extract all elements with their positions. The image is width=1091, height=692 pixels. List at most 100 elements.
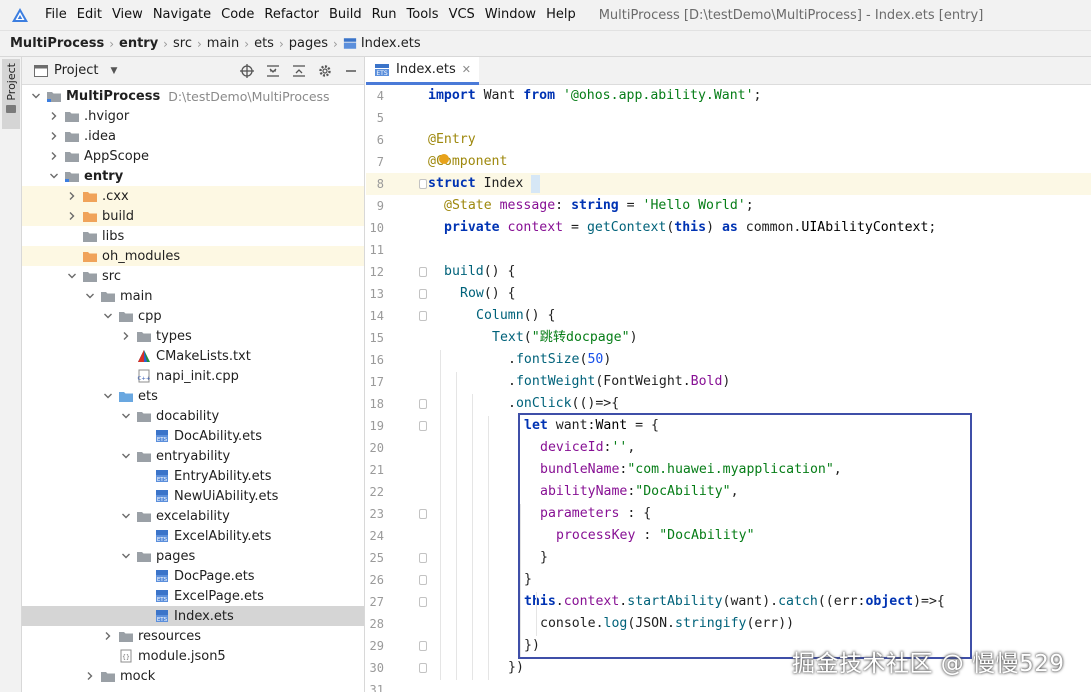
tree-item[interactable]: src	[22, 266, 364, 286]
tree-item[interactable]: .cxx	[22, 186, 364, 206]
fold-marker-icon[interactable]	[419, 575, 427, 585]
breadcrumb-item[interactable]: main	[207, 36, 239, 51]
code-line[interactable]: 23 parameters : {	[366, 503, 1091, 525]
chevron-down-icon[interactable]	[120, 410, 132, 422]
tree-item[interactable]: types	[22, 326, 364, 346]
chevron-right-icon[interactable]	[66, 210, 78, 222]
fold-marker-icon[interactable]	[419, 641, 427, 651]
chevron-down-icon[interactable]	[30, 90, 42, 102]
chevron-down-icon[interactable]	[120, 550, 132, 562]
code-line[interactable]: 11	[366, 239, 1091, 261]
tree-item[interactable]: AppScope	[22, 146, 364, 166]
fold-marker-icon[interactable]	[419, 663, 427, 673]
chevron-right-icon[interactable]	[48, 110, 60, 122]
tree-item[interactable]: MultiProcess D:\testDemo\MultiProcess	[22, 86, 364, 106]
tree-item[interactable]: .idea	[22, 126, 364, 146]
breadcrumb-item[interactable]: MultiProcess	[10, 36, 104, 51]
fold-marker-icon[interactable]	[419, 553, 427, 563]
code-line[interactable]: 10 private context = getContext(this) as …	[366, 217, 1091, 239]
chevron-down-icon[interactable]	[84, 290, 96, 302]
tree-item[interactable]: libs	[22, 226, 364, 246]
code-line[interactable]: 24 processKey : "DocAbility"	[366, 525, 1091, 547]
chevron-right-icon[interactable]	[84, 670, 96, 682]
collapse-all-icon[interactable]	[292, 64, 306, 78]
tree-item[interactable]: {} module.json5	[22, 646, 364, 666]
tree-item[interactable]: pages	[22, 546, 364, 566]
menu-view[interactable]: View	[107, 0, 148, 30]
tree-item[interactable]: oh_modules	[22, 246, 364, 266]
menu-build[interactable]: Build	[324, 0, 367, 30]
code-line[interactable]: 17 .fontWeight(FontWeight.Bold)	[366, 371, 1091, 393]
fold-marker-icon[interactable]	[419, 509, 427, 519]
tree-item[interactable]: cpp	[22, 306, 364, 326]
code-line[interactable]: 19 let want:Want = {	[366, 415, 1091, 437]
chevron-down-icon[interactable]: ▼	[110, 66, 117, 76]
tree-item[interactable]: ETS NewUiAbility.ets	[22, 486, 364, 506]
chevron-right-icon[interactable]	[48, 130, 60, 142]
breadcrumb-item[interactable]: ets	[254, 36, 274, 51]
menu-file[interactable]: File	[40, 0, 72, 30]
tree-item[interactable]: mock	[22, 666, 364, 686]
chevron-down-icon[interactable]	[120, 510, 132, 522]
tree-item[interactable]: .hvigor	[22, 106, 364, 126]
tree-item[interactable]: entryability	[22, 446, 364, 466]
code-line[interactable]: 16 .fontSize(50)	[366, 349, 1091, 371]
code-line[interactable]: 28 console.log(JSON.stringify(err))	[366, 613, 1091, 635]
tree-item[interactable]: CMakeLists.txt	[22, 346, 364, 366]
fold-marker-icon[interactable]	[419, 311, 427, 321]
code-line[interactable]: 15 Text("跳转docpage")	[366, 327, 1091, 349]
code-line[interactable]: 7 @Component	[366, 151, 1091, 173]
chevron-right-icon[interactable]	[120, 330, 132, 342]
gear-icon[interactable]	[318, 64, 332, 78]
tree-item[interactable]: C++ napi_init.cpp	[22, 366, 364, 386]
menu-navigate[interactable]: Navigate	[148, 0, 216, 30]
close-icon[interactable]: ✕	[462, 63, 471, 76]
code-line[interactable]: 26}	[366, 569, 1091, 591]
code-line[interactable]: 12 build() {	[366, 261, 1091, 283]
code-line[interactable]: 22 abilityName:"DocAbility",	[366, 481, 1091, 503]
code-line[interactable]: 31	[366, 679, 1091, 692]
fold-marker-icon[interactable]	[419, 597, 427, 607]
project-view-selector[interactable]: Project	[54, 63, 98, 78]
chevron-right-icon[interactable]	[66, 190, 78, 202]
tree-item[interactable]: build	[22, 206, 364, 226]
fold-marker-icon[interactable]	[419, 179, 427, 189]
tree-item[interactable]: excelability	[22, 506, 364, 526]
minimize-icon[interactable]	[344, 64, 358, 78]
breadcrumb-item[interactable]: src	[173, 36, 192, 51]
tree-item[interactable]: entry	[22, 166, 364, 186]
chevron-down-icon[interactable]	[102, 390, 114, 402]
tree-item[interactable]: docability	[22, 406, 364, 426]
fold-marker-icon[interactable]	[419, 289, 427, 299]
menu-refactor[interactable]: Refactor	[259, 0, 324, 30]
chevron-down-icon[interactable]	[48, 170, 60, 182]
code-line[interactable]: 4 import Want from '@ohos.app.ability.Wan…	[366, 86, 1091, 107]
code-line[interactable]: 20 deviceId:'',	[366, 437, 1091, 459]
code-line[interactable]: 6 @Entry	[366, 129, 1091, 151]
chevron-down-icon[interactable]	[120, 450, 132, 462]
code-line[interactable]: 14 Column() {	[366, 305, 1091, 327]
tree-item[interactable]: main	[22, 286, 364, 306]
tree-item[interactable]: ETS EntryAbility.ets	[22, 466, 364, 486]
tree-item[interactable]: ETS ExcelPage.ets	[22, 586, 364, 606]
code-line[interactable]: 18 .onClick(()=>{	[366, 393, 1091, 415]
tree-item[interactable]: ETS ExcelAbility.ets	[22, 526, 364, 546]
fold-marker-icon[interactable]	[419, 421, 427, 431]
breadcrumb-item[interactable]: pages	[289, 36, 328, 51]
chevron-right-icon[interactable]	[48, 150, 60, 162]
code-line[interactable]: 8 struct Index {	[366, 173, 1091, 195]
expand-all-icon[interactable]	[266, 64, 280, 78]
code-editor[interactable]: 4 import Want from '@ohos.app.ability.Wan…	[366, 86, 1091, 692]
chevron-down-icon[interactable]	[102, 310, 114, 322]
menu-help[interactable]: Help	[541, 0, 581, 30]
intention-bulb-icon[interactable]	[439, 154, 449, 164]
menu-code[interactable]: Code	[216, 0, 259, 30]
breadcrumb-item[interactable]: entry	[119, 36, 158, 51]
tree-item[interactable]: resources	[22, 626, 364, 646]
code-line[interactable]: 25}	[366, 547, 1091, 569]
menu-edit[interactable]: Edit	[72, 0, 107, 30]
menu-tools[interactable]: Tools	[402, 0, 444, 30]
fold-marker-icon[interactable]	[419, 267, 427, 277]
breadcrumb-item[interactable]: Index.ets	[343, 36, 421, 51]
locate-icon[interactable]	[240, 64, 254, 78]
